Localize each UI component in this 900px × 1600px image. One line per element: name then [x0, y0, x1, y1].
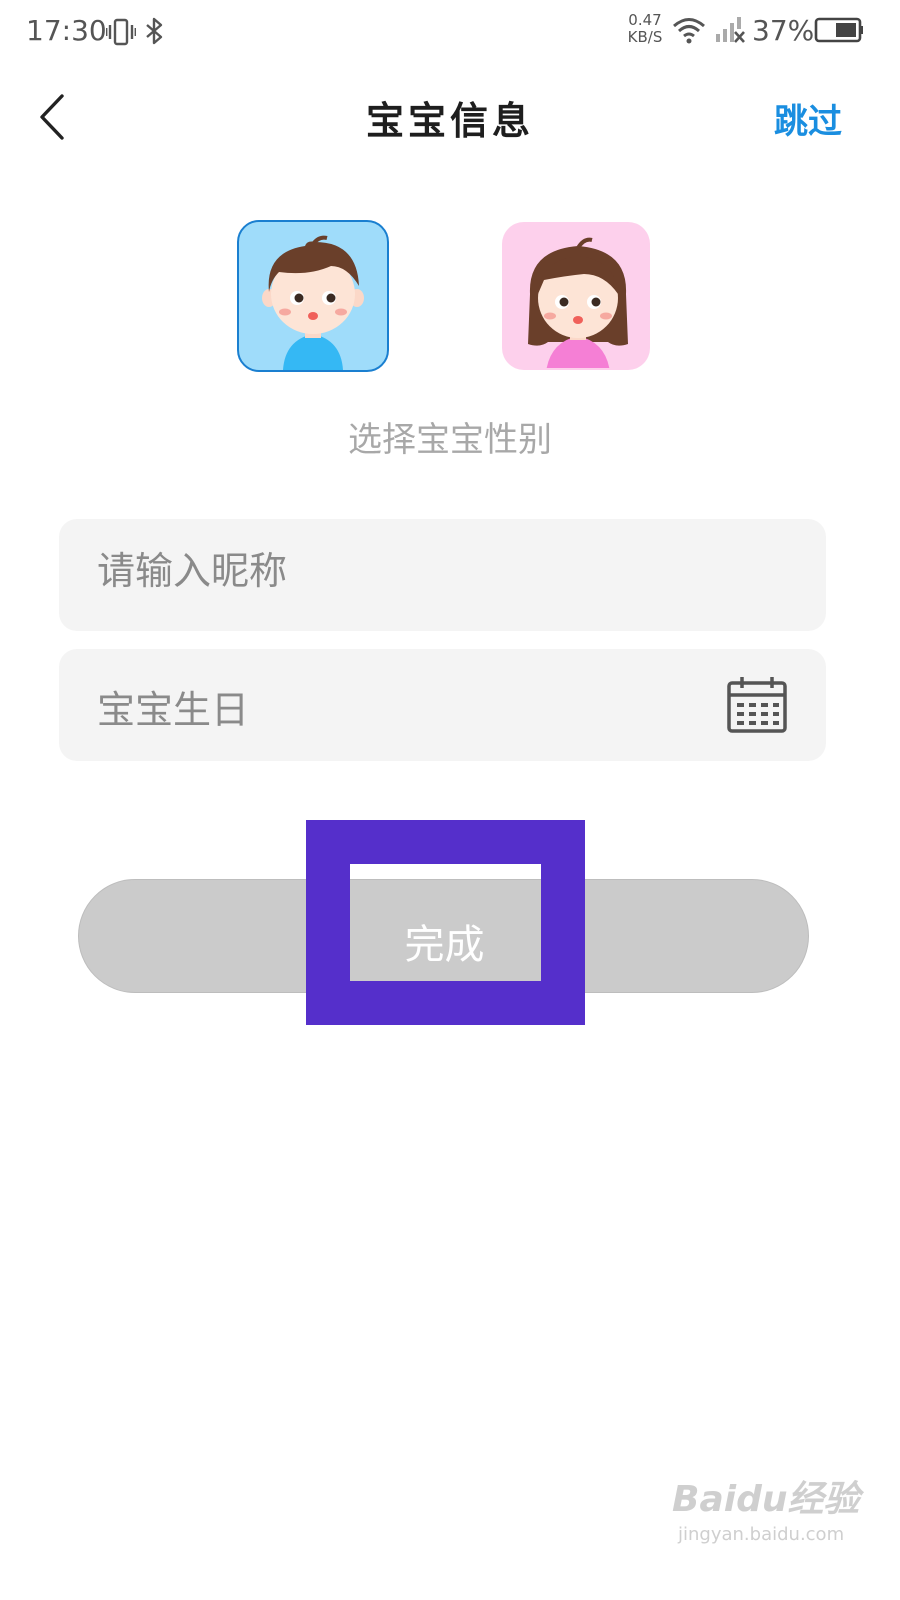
birthday-placeholder: 宝宝生日	[97, 688, 250, 732]
battery-icon	[814, 17, 863, 43]
done-button[interactable]: 完成	[78, 879, 809, 993]
gender-option-boy[interactable]	[237, 220, 389, 372]
status-time: 17:30	[26, 14, 107, 47]
signal-no-service-icon	[716, 17, 745, 43]
watermark-brand: Baidu经验	[672, 1479, 860, 1520]
net-speed: 0.47 KB/S	[622, 12, 668, 46]
gender-caption: 选择宝宝性别	[348, 420, 552, 460]
bluetooth-icon	[146, 17, 163, 45]
status-bar: 17:30 0.47 KB/S 37%	[0, 0, 900, 64]
nickname-input[interactable]	[97, 549, 697, 593]
boy-avatar-icon	[262, 235, 364, 370]
gender-option-girl[interactable]	[502, 222, 650, 370]
calendar-icon[interactable]	[726, 675, 788, 735]
girl-avatar-icon	[528, 237, 628, 368]
net-speed-value: 0.47	[628, 11, 662, 29]
page-title: 宝宝信息	[365, 98, 534, 143]
birthday-field[interactable]: 宝宝生日	[59, 649, 826, 761]
baidu-jingyan-watermark: Baidu经验 jingyan.baidu.com	[672, 1470, 872, 1560]
nav-header: 宝宝信息 跳过	[0, 70, 900, 162]
nickname-field[interactable]	[59, 519, 826, 631]
net-speed-unit: KB/S	[627, 28, 663, 46]
skip-button[interactable]: 跳过	[774, 94, 842, 143]
battery-percent: 37%	[752, 14, 815, 47]
watermark-url: jingyan.baidu.com	[678, 1524, 845, 1545]
wifi-icon	[673, 18, 705, 44]
done-button-label: 完成	[404, 922, 485, 968]
vibrate-icon	[106, 18, 136, 46]
